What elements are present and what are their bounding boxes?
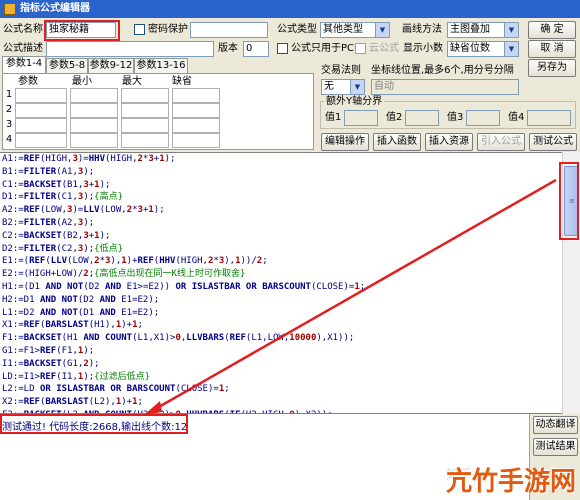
brand-watermark: 亢竹手游网 <box>445 467 576 497</box>
formula-editor-window: 指标公式编辑器 公式名称 独家秘籍 密码保护 公式类型 其他类型 ▼ 画线方法 … <box>0 0 580 500</box>
highlight-box-status <box>0 414 188 434</box>
annotation-arrow-line <box>149 178 557 414</box>
annotation-arrowhead <box>144 401 162 415</box>
test-result-button[interactable]: 测试结果 <box>533 438 578 456</box>
dynamic-translate-button[interactable]: 动态翻译 <box>533 416 578 434</box>
